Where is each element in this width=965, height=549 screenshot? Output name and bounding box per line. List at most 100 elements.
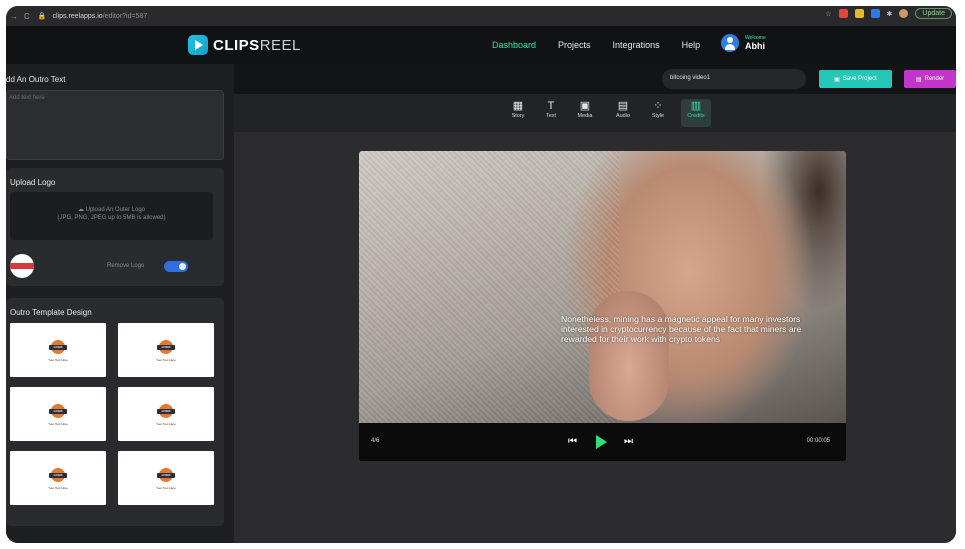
project-name-input[interactable]: bitcoing video1: [662, 69, 806, 89]
logo-badge-icon: LOGO: [157, 468, 175, 486]
extension-icon[interactable]: [838, 9, 848, 18]
media-icon: ▣: [579, 100, 591, 112]
browser-window: → C 🔒 clips.reelapps.io/editor?id=587 ☆ …: [6, 6, 956, 543]
audio-icon: ▤: [617, 100, 629, 112]
user-menu[interactable]: Welcome Abhi: [721, 34, 766, 52]
reload-icon[interactable]: C: [24, 12, 30, 21]
logo-badge-icon: LOGO: [49, 404, 67, 422]
tool-credits-label: Credits: [687, 113, 705, 119]
tool-media-label: Media: [577, 113, 593, 119]
outro-template-thumbnail[interactable]: LOGO Your Text Here: [118, 387, 214, 441]
url-path: /editor?id=587: [102, 12, 148, 20]
logo-badge-icon: LOGO: [157, 404, 175, 422]
outro-text-input[interactable]: Add text here: [6, 90, 224, 160]
puzzle-icon[interactable]: ✱: [887, 10, 893, 18]
previous-slide-icon[interactable]: ⏮: [568, 436, 577, 447]
screenshot-frame: → C 🔒 clips.reelapps.io/editor?id=587 ☆ …: [0, 0, 965, 549]
logo-badge-icon: LOGO: [49, 468, 67, 486]
template-caption: Your Text Here: [48, 358, 68, 362]
url-host: clips.reelapps.io: [52, 12, 103, 20]
tool-credits[interactable]: ▥ Credits: [681, 99, 711, 127]
user-info: Welcome Abhi: [745, 35, 766, 51]
outro-template-thumbnail[interactable]: LOGO Your Text Here: [10, 323, 106, 377]
nav-integrations[interactable]: Integrations: [613, 40, 660, 50]
logo-badge-word: LOGO: [161, 409, 171, 413]
editor-main: bitcoing video1 ▣ Save Project ▤ Render ▦ S…: [234, 64, 956, 543]
fabric-texture: [359, 151, 619, 423]
tool-text[interactable]: T Text: [536, 99, 566, 127]
render-label: Render: [924, 76, 945, 82]
save-project-label: Save Project: [842, 76, 877, 82]
outro-template-thumbnail[interactable]: LOGO Your Text Here: [118, 323, 214, 377]
template-caption: Your Text Here: [156, 486, 176, 490]
nav-dashboard[interactable]: Dashboard: [492, 40, 536, 50]
app-header: CLIPSREEL Dashboard Projects Integration…: [6, 26, 956, 64]
browser-extensions: ☆ ✱ Update: [825, 8, 952, 19]
render-icon: ▤: [915, 76, 922, 83]
project-bar: bitcoing video1 ▣ Save Project ▤ Render: [234, 64, 956, 94]
outro-text-title: dd An Outro Text: [6, 75, 66, 84]
style-icon: ⁘: [653, 100, 663, 112]
tool-style[interactable]: ⁘ Style: [643, 99, 673, 127]
logo-badge-word: LOGO: [53, 345, 63, 349]
tool-media[interactable]: ▣ Media: [570, 99, 600, 127]
save-icon: ▣: [834, 76, 840, 83]
tool-audio-label: Audio: [615, 113, 631, 119]
template-caption: Your Text Here: [48, 486, 68, 490]
template-caption: Your Text Here: [156, 422, 176, 426]
lock-icon: 🔒: [37, 13, 47, 20]
logo-badge-word: LOGO: [161, 473, 171, 477]
save-project-button[interactable]: ▣ Save Project: [819, 70, 892, 88]
remove-logo-toggle[interactable]: [164, 261, 188, 272]
template-caption: Your Text Here: [48, 422, 68, 426]
finger-image: [589, 291, 669, 421]
tool-story-label: Story: [511, 113, 525, 119]
extension-icon[interactable]: [870, 9, 880, 18]
next-slide-icon[interactable]: ⏭: [624, 436, 633, 447]
video-subtitle: Nonetheless, mining has a magnetic appea…: [561, 314, 802, 344]
logo-badge-word: LOGO: [53, 409, 63, 413]
slide-counter: 4/6: [371, 438, 380, 444]
logo-badge-word: LOGO: [161, 345, 171, 349]
forward-icon[interactable]: →: [10, 12, 18, 21]
nav-help[interactable]: Help: [682, 40, 701, 50]
tool-style-label: Style: [651, 113, 665, 119]
clipsreel-logo[interactable]: CLIPSREEL: [188, 35, 301, 55]
user-avatar-icon: [721, 34, 739, 52]
outro-template-title: Outro Template Design: [10, 308, 92, 317]
upload-constraints: (JPG, PNG, JPEG up to 5MB is allowed): [57, 215, 166, 221]
upload-cloud-line: ☁ Upload An Outer Logo: [10, 206, 213, 214]
browser-toolbar: → C 🔒 clips.reelapps.io/editor?id=587 ☆ …: [6, 6, 956, 26]
upload-logo-panel: Upload Logo ☁ Upload An Outer Logo (JPG,…: [6, 168, 224, 286]
outro-template-thumbnail[interactable]: LOGO Your Text Here: [118, 451, 214, 505]
outro-template-thumbnail[interactable]: LOGO Your Text Here: [10, 387, 106, 441]
upload-instruction: Upload An Outer Logo: [85, 207, 146, 213]
main-navigation: Dashboard Projects Integrations Help: [492, 40, 722, 50]
nav-projects[interactable]: Projects: [558, 40, 591, 50]
outro-template-thumbnail[interactable]: LOGO Your Text Here: [10, 451, 106, 505]
logo-dropzone[interactable]: ☁ Upload An Outer Logo (JPG, PNG, JPEG u…: [10, 192, 213, 240]
outro-template-panel: Outro Template Design LOGO Your Text Here…: [6, 298, 224, 526]
uploaded-logo-thumbnail: [10, 254, 34, 278]
profile-avatar-icon[interactable]: [899, 9, 909, 18]
render-button[interactable]: ▤ Render: [904, 70, 956, 88]
credits-icon: ▥: [690, 100, 702, 112]
text-icon: T: [547, 100, 555, 112]
star-icon[interactable]: ☆: [825, 10, 831, 18]
address-bar[interactable]: clips.reelapps.io/editor?id=587: [53, 13, 148, 20]
timecode: 00:00:05: [806, 438, 830, 444]
cloud-upload-icon: ☁: [77, 207, 84, 213]
extension-icon[interactable]: [854, 9, 864, 18]
tool-audio[interactable]: ▤ Audio: [608, 99, 638, 127]
logo-text-main: CLIPS: [213, 36, 260, 54]
upload-logo-title: Upload Logo: [10, 178, 56, 187]
editor-sidebar: dd An Outro Text Add text here Upload Lo…: [6, 64, 234, 543]
tool-story[interactable]: ▦ Story: [503, 99, 533, 127]
browser-nav: → C: [10, 12, 30, 21]
logo-stamp-graphic: [10, 263, 34, 269]
video-preview[interactable]: Nonetheless, mining has a magnetic appea…: [359, 151, 846, 461]
play-icon[interactable]: [596, 435, 607, 449]
browser-update-button[interactable]: Update: [915, 8, 952, 19]
template-caption: Your Text Here: [156, 358, 176, 362]
player-controls: 4/6 ⏮ ⏭ 00:00:05: [359, 423, 846, 461]
